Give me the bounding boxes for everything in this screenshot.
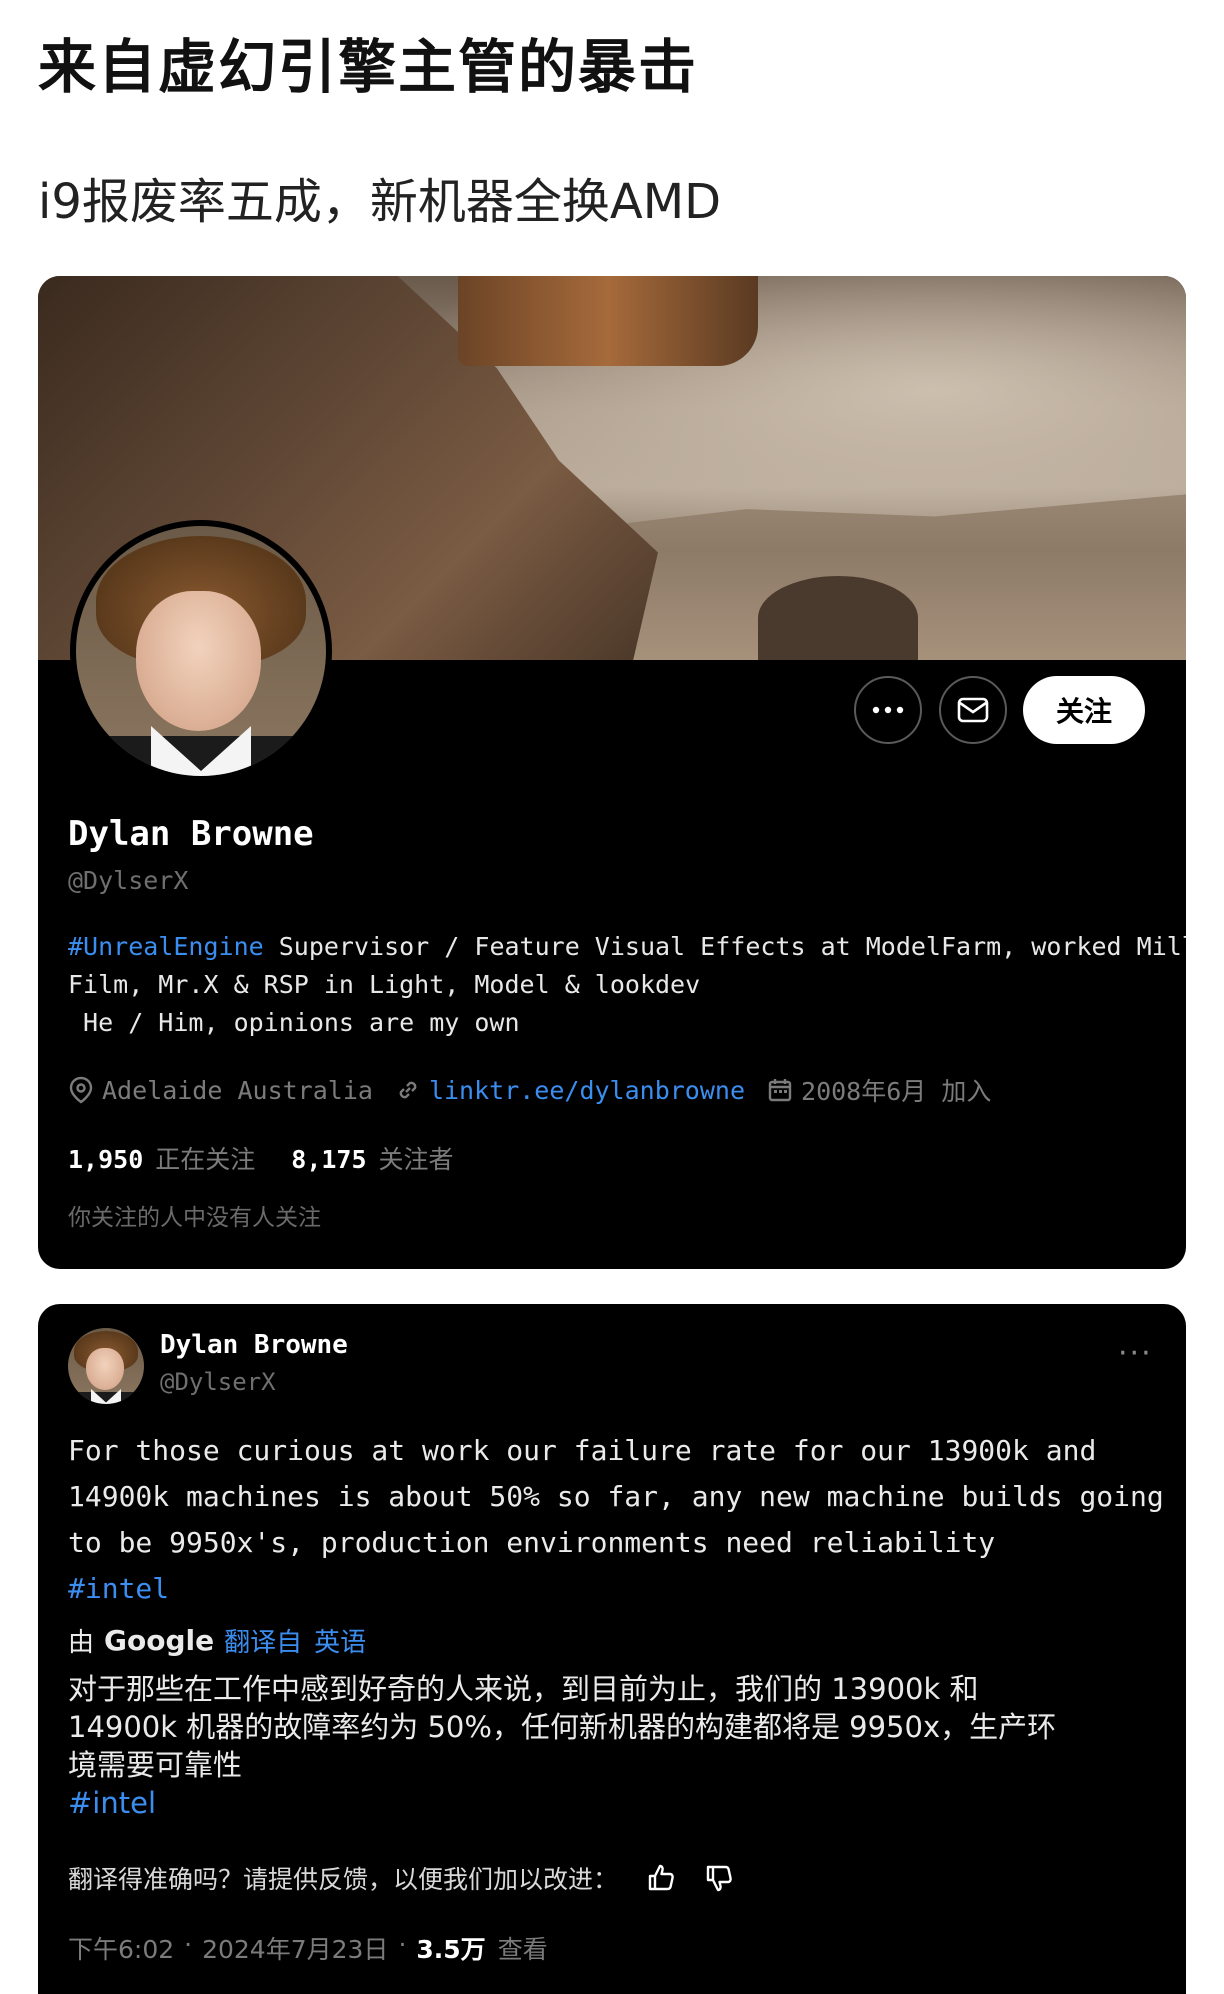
profile-join-date: 2008年6月 加入 [767, 1072, 991, 1108]
thumbs-up-icon [648, 1864, 674, 1891]
article-title: 来自虚幻引擎主管的暴击 [38, 33, 699, 101]
translated-text-line: 对于那些在工作中感到好奇的人来说，到目前为止，我们的 13900k 和 [68, 1672, 979, 1706]
views-count[interactable]: 3.5万 [416, 1930, 485, 1966]
bio-text-line: Supervisor / Feature Visual Effects at M… [263, 932, 1186, 961]
tweet-text-line: 14900k machines is about 50% so far, any… [68, 1480, 1164, 1513]
link-icon [399, 1081, 417, 1099]
translate-by-label: 由 [68, 1628, 95, 1658]
location-pin-icon [69, 1076, 93, 1104]
profile-stats: 1,950 正在关注 8,175 关注者 [68, 1140, 490, 1176]
join-date-text: 2008年6月 加入 [801, 1077, 992, 1106]
tweet-more-icon[interactable]: ··· [1118, 1336, 1153, 1371]
bio-text-line: He / Him, opinions are my own [68, 1008, 520, 1037]
translated-text-line: 14900k 机器的故障率约为 50%，任何新机器的构建都将是 9950x，生产… [68, 1710, 1057, 1744]
profile-card: 关注 Dylan Browne @DylserX #UnrealEngine S… [38, 276, 1186, 1269]
tweet-time[interactable]: 下午6:02 [68, 1930, 174, 1966]
feedback-prompt: 翻译得准确吗？请提供反馈，以便我们加以改进： [68, 1865, 619, 1894]
translation-feedback: 翻译得准确吗？请提供反馈，以便我们加以改进： [68, 1860, 734, 1896]
message-button[interactable] [939, 676, 1007, 744]
tweet-author-name[interactable]: Dylan Browne [160, 1330, 348, 1360]
tweet-text-line: to be 9950x's, production environments n… [68, 1526, 996, 1559]
calendar-icon [768, 1079, 792, 1102]
translated-from-link[interactable]: 翻译自 [224, 1622, 302, 1659]
more-horizontal-icon [872, 706, 904, 714]
footer-separator: · [184, 1930, 193, 1959]
tweet-card: Dylan Browne @DylserX ··· For those curi… [38, 1304, 1186, 1994]
location-text: Adelaide Australia [102, 1075, 373, 1105]
website-link[interactable]: linktr.ee/dylanbrowne [429, 1076, 745, 1105]
followers-count: 8,175 [291, 1145, 367, 1174]
views-label: 查看 [497, 1935, 548, 1964]
tweet-date[interactable]: 2024年7月23日 [202, 1930, 388, 1966]
bio-text-line: Film, Mr.X & RSP in Light, Model & lookd… [68, 970, 701, 999]
translated-hashtag-link[interactable]: #intel [68, 1784, 1158, 1822]
tweet-author-handle[interactable]: @DylserX [160, 1368, 276, 1396]
bio-hashtag-link[interactable]: #UnrealEngine [68, 932, 264, 961]
more-options-button[interactable] [854, 676, 922, 744]
tweet-footer: 下午6:02 · 2024年7月23日 · 3.5万 查看 [68, 1930, 548, 1966]
source-language-link[interactable]: 英语 [314, 1622, 366, 1659]
following-label: 正在关注 [155, 1145, 256, 1174]
mail-icon [957, 697, 989, 723]
followers-stat[interactable]: 8,175 关注者 [291, 1140, 453, 1176]
tweet-hashtag-link[interactable]: #intel [68, 1566, 1158, 1612]
google-logo: Google [104, 1624, 215, 1657]
follow-button[interactable]: 关注 [1023, 676, 1145, 744]
profile-meta-row: Adelaide Australia linktr.ee/dylanbrowne… [68, 1072, 1013, 1108]
profile-website[interactable]: linktr.ee/dylanbrowne [395, 1076, 745, 1105]
translation-attribution: 由 Google 翻译自 英语 [68, 1622, 378, 1659]
footer-separator: · [398, 1930, 407, 1959]
following-stat[interactable]: 1,950 正在关注 [68, 1140, 255, 1176]
following-count: 1,950 [68, 1145, 144, 1174]
profile-location: Adelaide Australia [68, 1076, 373, 1105]
thumbs-down-icon [706, 1865, 732, 1892]
profile-bio: #UnrealEngine Supervisor / Feature Visua… [68, 928, 1186, 1042]
translated-body: 对于那些在工作中感到好奇的人来说，到目前为止，我们的 13900k 和 1490… [68, 1670, 1158, 1822]
article-subtitle: i9报废率五成，新机器全换AMD [38, 174, 722, 230]
tweet-text-line: For those curious at work our failure ra… [68, 1434, 1097, 1467]
tweet-body: For those curious at work our failure ra… [68, 1428, 1164, 1612]
thumbs-down-button[interactable] [704, 1863, 734, 1893]
profile-avatar[interactable] [70, 520, 332, 782]
profile-display-name: Dylan Browne [68, 814, 314, 854]
profile-handle: @DylserX [68, 866, 189, 895]
tweet-author-avatar[interactable] [68, 1328, 144, 1404]
thumbs-up-button[interactable] [646, 1863, 676, 1893]
followers-label: 关注者 [378, 1145, 454, 1174]
mutual-followers-note: 你关注的人中没有人关注 [68, 1205, 321, 1231]
translated-text-line: 境需要可靠性 [68, 1748, 243, 1782]
